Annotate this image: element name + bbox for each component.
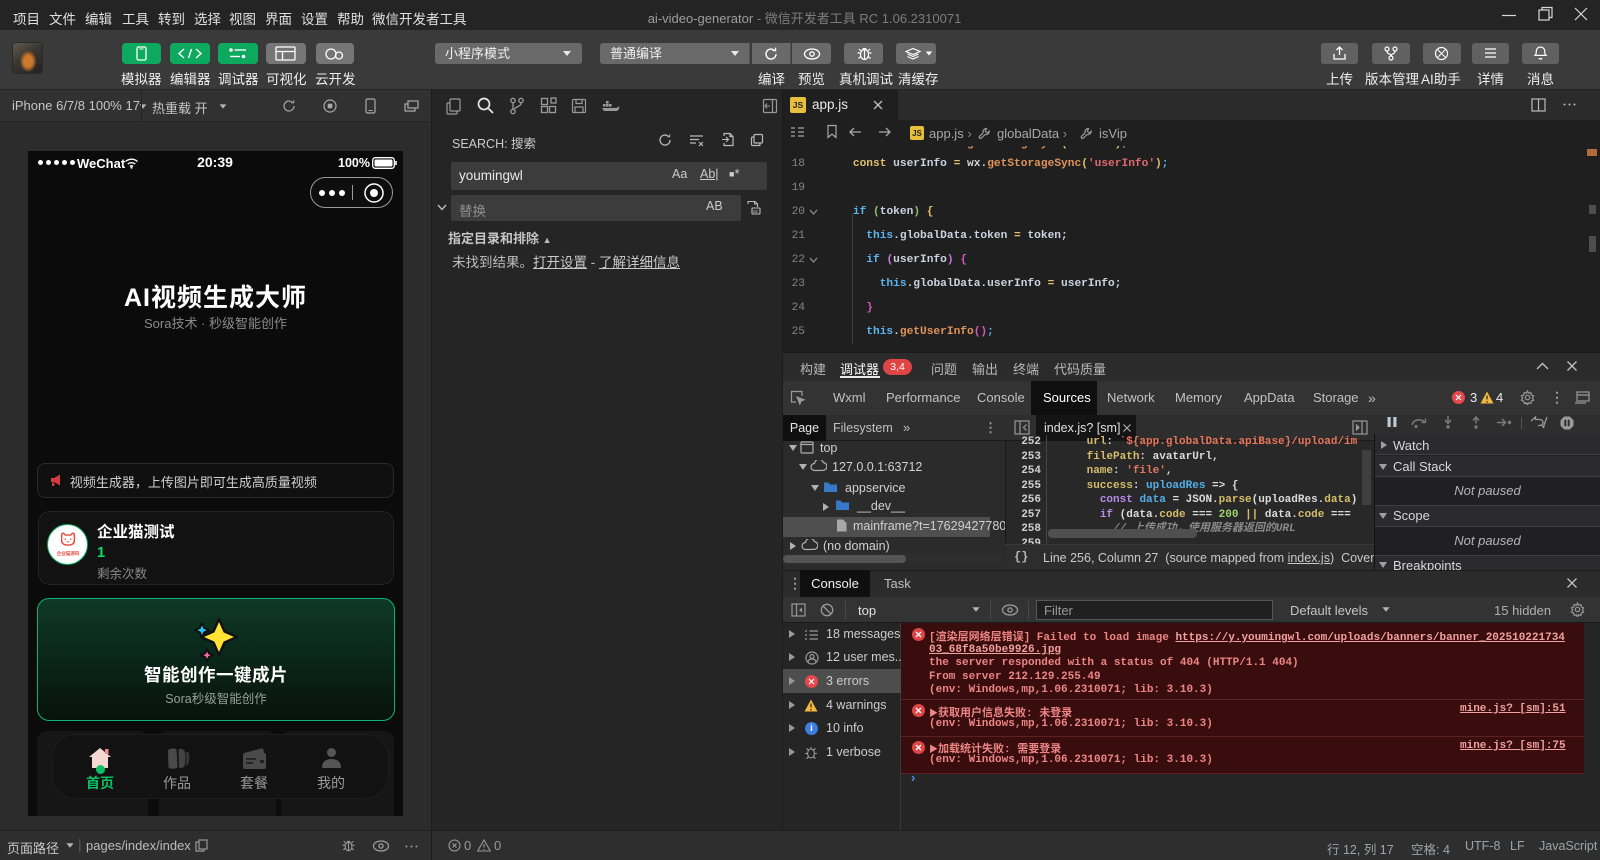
svg-text:ac: ac	[753, 209, 759, 215]
